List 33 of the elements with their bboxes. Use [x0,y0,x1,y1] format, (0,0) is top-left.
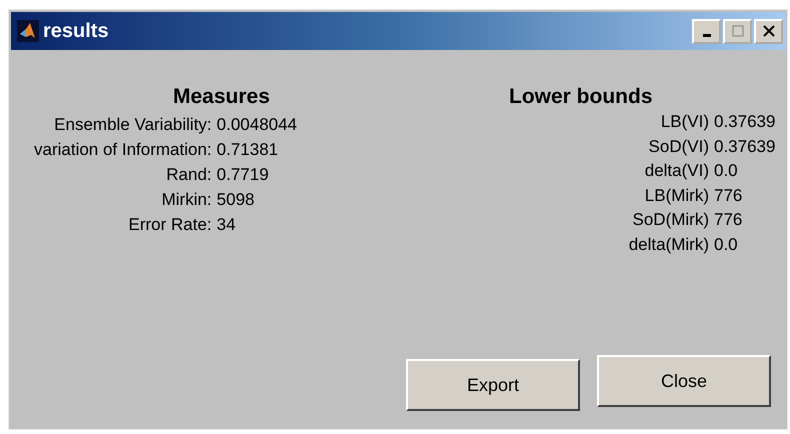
bound-value: 0.0 [714,234,739,256]
bound-value: 776 [714,184,744,206]
bound-label: LB(VI) [660,111,709,133]
bound-value: 0.0 [714,160,739,182]
minimize-icon [702,34,710,36]
measure-label: Error Rate: [128,214,212,236]
close-dialog-button[interactable]: Close [597,355,771,407]
measure-label: variation of Information: [34,139,212,161]
maximize-icon [732,25,744,37]
measure-value: 0.0048044 [216,114,298,136]
section-heading: Measures [173,84,270,110]
measure-value: 5098 [216,189,256,211]
bound-label: delta(VI) [644,160,709,182]
bound-label: delta(Mirk) [628,234,709,256]
export-button[interactable]: Export [406,359,580,411]
bound-value: 0.37639 [714,136,776,158]
measure-label: Ensemble Variability: [54,114,212,136]
measure-label: Rand: [166,164,212,186]
measure-value: 34 [216,214,237,236]
bound-label: LB(Mirk) [644,184,709,206]
measure-label: Mirkin: [162,189,212,211]
minimize-button[interactable] [692,18,721,44]
section-heading: Lower bounds [509,84,652,110]
bound-label: SoD(Mirk) [632,209,709,231]
close-icon [762,25,774,37]
bound-label: SoD(VI) [648,136,709,158]
bound-value: 0.37639 [714,111,776,133]
window-title: results [43,20,109,42]
measure-value: 0.7719 [216,164,270,186]
peak-logo-icon [17,20,39,42]
bound-value: 776 [714,209,744,231]
measure-value: 0.71381 [216,139,280,161]
close-button[interactable] [754,18,783,44]
